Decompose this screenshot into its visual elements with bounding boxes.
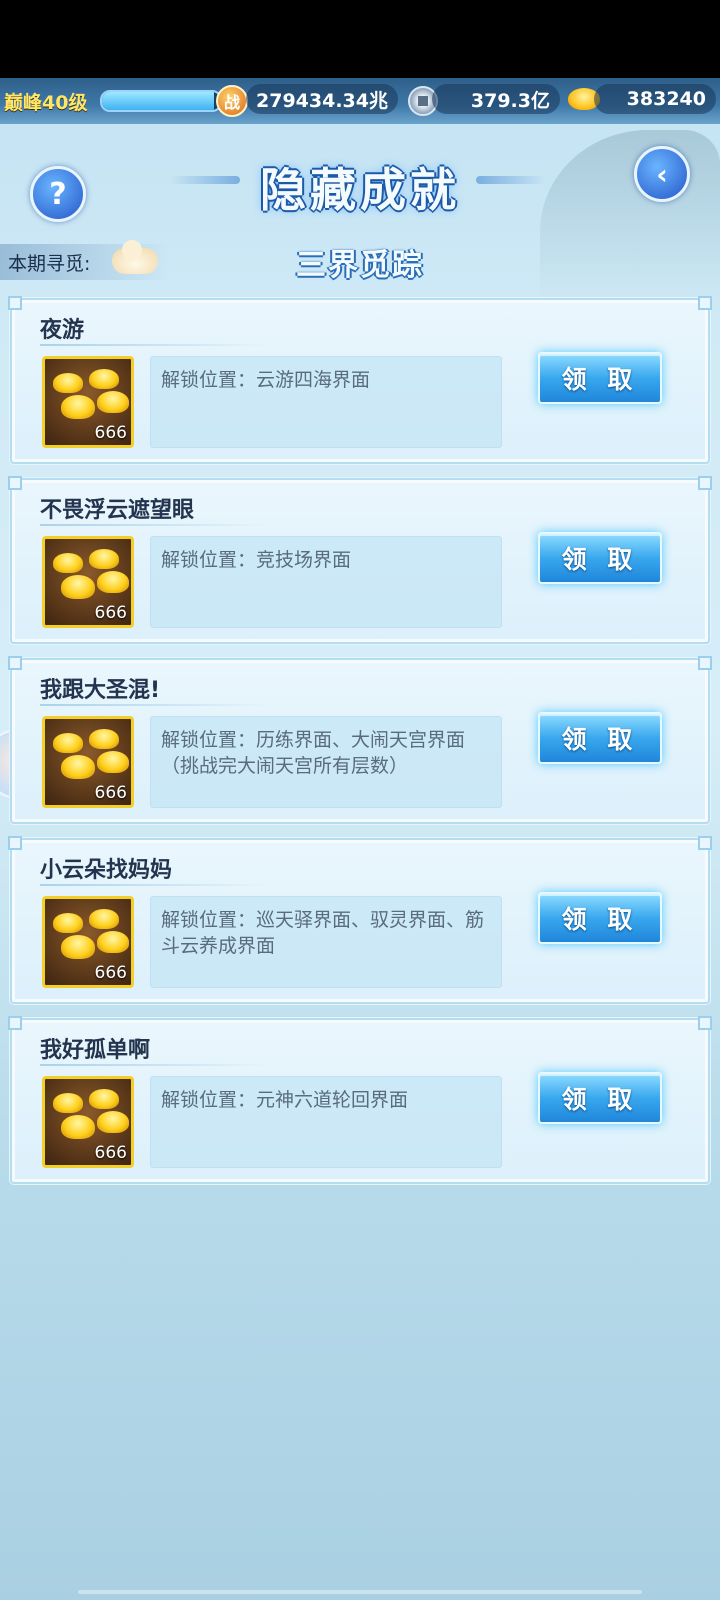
gold-ingot-icon [97,751,129,773]
page-title: 隐藏成就 [260,163,460,217]
achievement-name: 夜游 [40,318,85,343]
silver-value[interactable]: 379.3亿 [432,84,560,114]
gold-ingot-icon [53,913,83,933]
reward-item[interactable]: 666 [42,716,134,808]
gold-ingot-icon [53,733,83,753]
claim-button[interactable]: 领 取 [538,352,662,404]
unlock-location: 解锁位置：巡天驿界面、驭灵界面、筋斗云养成界面 [150,896,502,988]
divider [40,1064,270,1066]
divider [40,344,270,346]
gold-ingot-icon [53,553,83,573]
divider [40,704,270,706]
achievement-name: 我好孤单啊 [40,1038,151,1063]
reward-count: 666 [94,1143,127,1163]
achievement-name: 我跟大圣混! [40,678,161,703]
gold-ingot-icon [89,549,119,569]
gold-ingot-icon [61,395,95,419]
player-level: 巅峰40级 [4,91,88,114]
home-indicator[interactable] [78,1590,642,1594]
achievement-card: 我跟大圣混! 666 解锁位置：历练界面、大闹天宫界面（挑战完大闹天宫所有层数）… [8,656,712,824]
reward-count: 666 [94,963,127,983]
unlock-location: 解锁位置：云游四海界面 [150,356,502,448]
claim-button[interactable]: 领 取 [538,1072,662,1124]
reward-item[interactable]: 666 [42,356,134,448]
divider [40,524,270,526]
gold-ingot-icon [61,1115,95,1139]
reward-count: 666 [94,603,127,623]
gold-value[interactable]: 383240 [594,84,716,114]
resource-bar: 巅峰40级 战 279434.34兆 379.3亿 383240 [0,78,720,124]
gold-ingot-icon [89,369,119,389]
reward-count: 666 [94,783,127,803]
gold-ingot-icon [61,755,95,779]
level-progress-fill [102,92,215,110]
achievement-name: 不畏浮云遮望眼 [40,498,195,523]
claim-button[interactable]: 领 取 [538,892,662,944]
gold-ingot-icon [61,575,95,599]
achievement-list: 夜游 666 解锁位置：云游四海界面 领 取 不畏浮云遮望眼 666 解锁位置：… [8,296,712,1198]
period-subtitle: 三界觅踪 [296,248,424,283]
achievement-card: 夜游 666 解锁位置：云游四海界面 领 取 [8,296,712,464]
achievement-card: 不畏浮云遮望眼 666 解锁位置：竞技场界面 领 取 [8,476,712,644]
combat-power-icon: 战 [216,85,248,117]
claim-button[interactable]: 领 取 [538,712,662,764]
reward-item[interactable]: 666 [42,896,134,988]
achievement-name: 小云朵找妈妈 [40,858,173,883]
gold-ingot-icon [97,391,129,413]
unlock-location: 解锁位置：历练界面、大闹天宫界面（挑战完大闹天宫所有层数） [150,716,502,808]
gold-ingot-icon [97,931,129,953]
claim-button[interactable]: 领 取 [538,532,662,584]
gold-ingot-icon [53,373,83,393]
gold-ingot-icon [53,1093,83,1113]
reward-item[interactable]: 666 [42,1076,134,1168]
gold-ingot-icon [97,1111,129,1133]
gold-ingot-icon [89,1089,119,1109]
reward-count: 666 [94,423,127,443]
unlock-location: 解锁位置：元神六道轮回界面 [150,1076,502,1168]
divider [40,884,270,886]
combat-power-value: 279434.34兆 [246,84,398,114]
level-progress-bar [100,90,222,112]
gold-ingot-icon [89,909,119,929]
gold-ingot-icon [97,571,129,593]
reward-item[interactable]: 666 [42,536,134,628]
gold-ingot-icon [61,935,95,959]
unlock-location: 解锁位置：竞技场界面 [150,536,502,628]
gold-ingot-icon [89,729,119,749]
system-status-area [0,0,720,78]
achievement-card: 小云朵找妈妈 666 解锁位置：巡天驿界面、驭灵界面、筋斗云养成界面 领 取 [8,836,712,1004]
achievement-card: 我好孤单啊 666 解锁位置：元神六道轮回界面 领 取 [8,1016,712,1184]
